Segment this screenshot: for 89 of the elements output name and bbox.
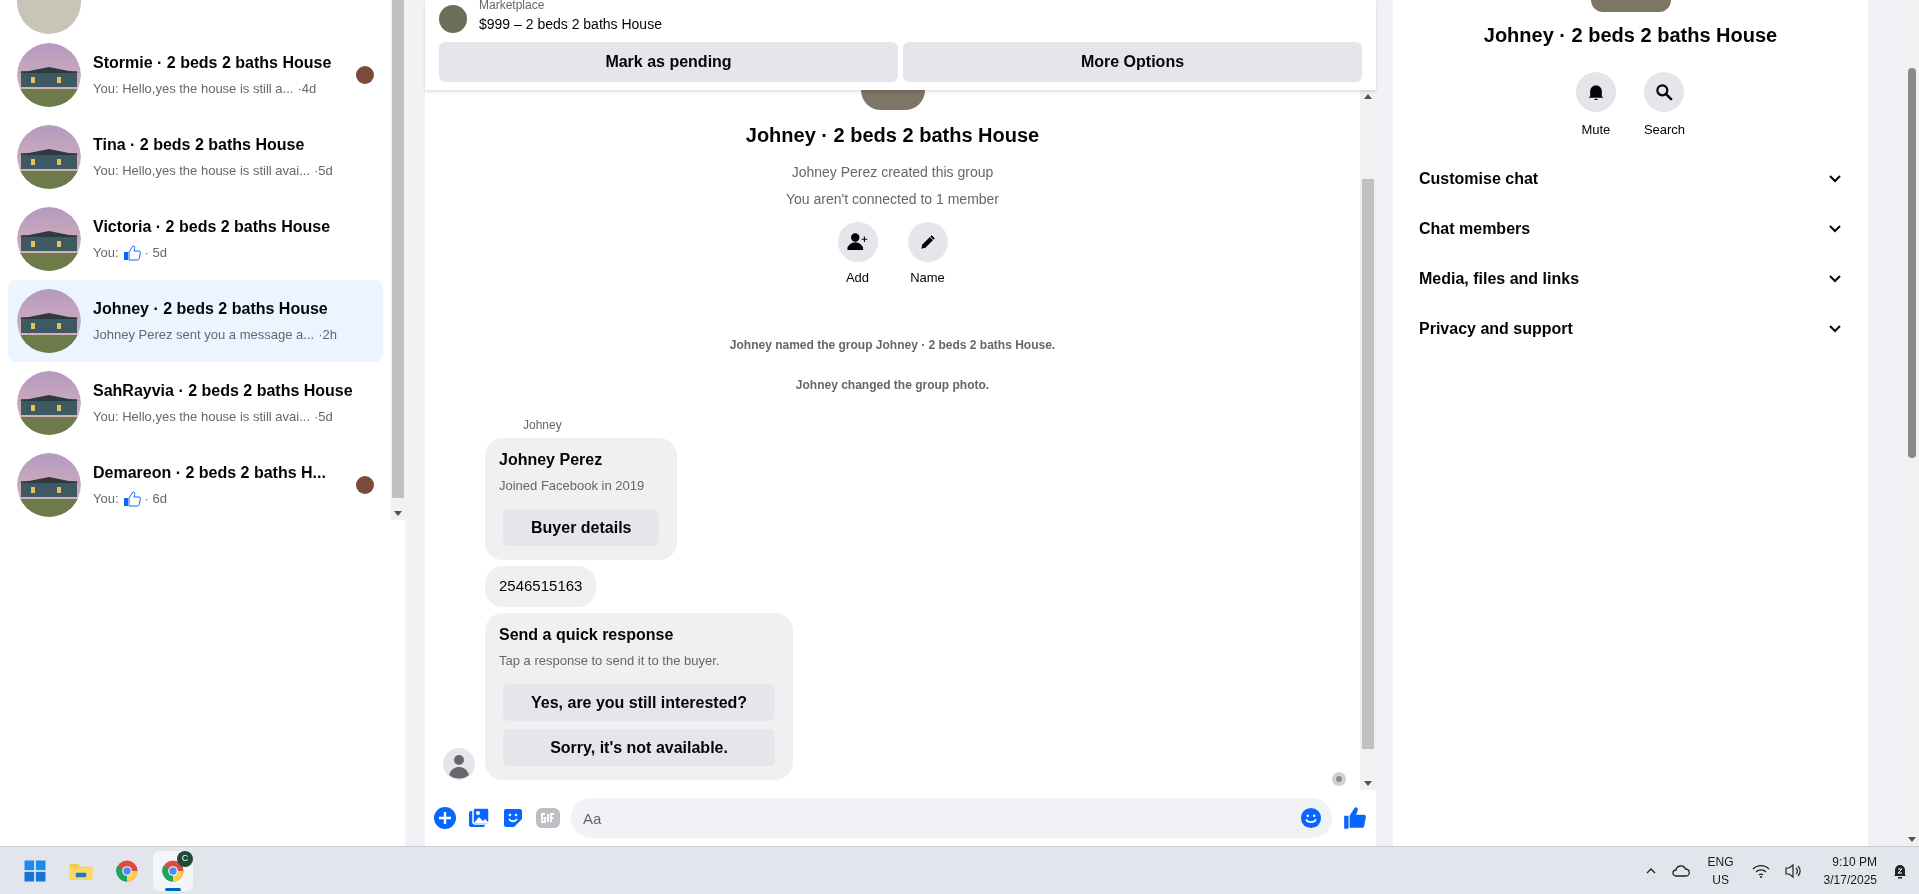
add-person-button[interactable]	[837, 222, 878, 262]
card-title: Send a quick response	[499, 624, 675, 645]
active-indicator	[165, 887, 181, 891]
user-avatar-icon	[443, 748, 475, 780]
bell-button[interactable]	[1575, 72, 1616, 112]
conversation-item[interactable]: Johney · 2 beds 2 baths House Johney Perez sent you a message a... ·2h	[8, 280, 383, 362]
message-time: · 5d	[144, 244, 167, 263]
plus-icon[interactable]	[433, 806, 457, 830]
section-row[interactable]: Media, files and links	[1411, 253, 1850, 304]
button-label: Search	[1643, 121, 1686, 139]
message-time: ·5d	[314, 162, 333, 181]
button-label: Mute	[1581, 121, 1611, 139]
thumbs-up-icon	[122, 245, 141, 261]
button-label: Name	[910, 269, 945, 287]
sticker-icon[interactable]	[501, 806, 525, 830]
listing-photo-placeholder	[439, 5, 467, 33]
message-input[interactable]: Aa	[571, 798, 1332, 838]
message-time: ·4d	[297, 80, 317, 99]
conversation-name: SahRayvia · 2 beds 2 baths House	[93, 381, 354, 402]
message-bubble: 2546515163	[485, 566, 597, 607]
language-indicator[interactable]: ENG US	[1703, 852, 1738, 889]
wifi-icon[interactable]	[1751, 862, 1770, 879]
group-info-text: Johney Perez created this group	[791, 163, 994, 182]
action-button[interactable]: More Options	[903, 42, 1362, 82]
option-button[interactable]: Sorry, it's not available.	[503, 729, 776, 766]
scrollbar[interactable]	[391, 0, 405, 520]
listing-title: $999 – 2 beds 2 baths House	[479, 14, 662, 34]
system-message: Johney changed the group photo.	[795, 376, 990, 394]
scrollbar[interactable]	[1905, 0, 1919, 846]
house-photo-placeholder	[17, 371, 81, 435]
section-title: Privacy and support	[1419, 318, 1574, 339]
conversation-name: Tina · 2 beds 2 baths House	[93, 135, 306, 156]
seen-avatar-icon	[1332, 772, 1346, 786]
conversation-name: Johney · 2 beds 2 baths House	[93, 299, 329, 320]
sender-name: Johney	[523, 416, 563, 434]
card-subtitle: Joined Facebook in 2019	[499, 476, 646, 495]
message-preview: You:	[93, 490, 119, 509]
search-button[interactable]	[1644, 72, 1685, 112]
profile-badge: C	[177, 850, 193, 867]
group-info-text: You aren't connected to 1 member	[785, 190, 1000, 209]
conversation-name: Victoria · 2 beds 2 baths House	[93, 217, 332, 238]
action-button[interactable]: Mark as pending	[439, 42, 898, 82]
scroll-up-icon[interactable]	[1364, 94, 1372, 99]
section-row[interactable]: Privacy and support	[1411, 303, 1850, 354]
section-row[interactable]: Customise chat	[1411, 153, 1850, 204]
scroll-down-icon[interactable]	[1364, 781, 1372, 786]
cloud-icon[interactable]	[1671, 863, 1690, 878]
message-preview: You: Hello,yes the house is still a...	[93, 80, 294, 99]
section-title: Customise chat	[1419, 168, 1540, 189]
pencil-button[interactable]	[907, 222, 948, 262]
scroll-down-icon[interactable]	[394, 511, 402, 516]
system-message: Johney named the group Johney · 2 beds 2 baths House.	[729, 336, 1056, 354]
house-photo-placeholder	[17, 453, 81, 517]
section-title: Media, files and links	[1419, 268, 1581, 289]
emoji-icon[interactable]	[1300, 807, 1322, 829]
conversation-name: Demareon · 2 beds 2 baths H...	[93, 463, 327, 484]
message-time: ·2h	[318, 326, 337, 345]
search-icon	[1654, 82, 1675, 102]
section-row[interactable]: Chat members	[1411, 203, 1850, 254]
scrollbar[interactable]	[1360, 90, 1376, 790]
conversation-name: Stormie · 2 beds 2 baths House	[93, 53, 333, 74]
thumbs-up-icon[interactable]	[1342, 805, 1368, 831]
message-preview: Johney Perez sent you a message a...	[93, 326, 315, 345]
house-photo-placeholder	[17, 43, 81, 107]
taskbar-app[interactable]: C	[153, 850, 193, 891]
house-photo-placeholder	[17, 289, 81, 353]
add-person-icon	[846, 231, 869, 253]
card-subtitle: Tap a response to send it to the buyer.	[499, 651, 721, 670]
section-title: Chat members	[1419, 218, 1532, 239]
message-preview: You: Hello,yes the house is still avai...	[93, 162, 311, 181]
card-title: Johney Perez	[499, 449, 604, 470]
message-preview: You: Hello,yes the house is still avai...	[93, 408, 311, 427]
option-button[interactable]: Yes, are you still interested?	[503, 684, 776, 721]
message-preview: You:	[93, 244, 119, 263]
listing-label: Marketplace	[479, 0, 546, 14]
house-photo-placeholder	[17, 125, 81, 189]
house-photo-placeholder	[17, 207, 81, 271]
button-label: Add	[845, 269, 870, 287]
group-title: Johney · 2 beds 2 baths House	[745, 123, 1040, 148]
speaker-icon[interactable]	[1783, 862, 1802, 879]
message-time: ·5d	[314, 408, 333, 427]
group-photo-placeholder	[860, 90, 925, 110]
photo-icon[interactable]	[467, 806, 491, 830]
clock[interactable]: 9:10 PM 3/17/2025	[1823, 852, 1877, 889]
option-button[interactable]: Buyer details	[503, 509, 660, 546]
chat-title: Johney · 2 beds 2 baths House	[1483, 23, 1778, 48]
thumbs-up-icon	[122, 491, 141, 507]
scroll-down-icon[interactable]	[1908, 837, 1916, 842]
message-time: · 6d	[144, 490, 167, 509]
